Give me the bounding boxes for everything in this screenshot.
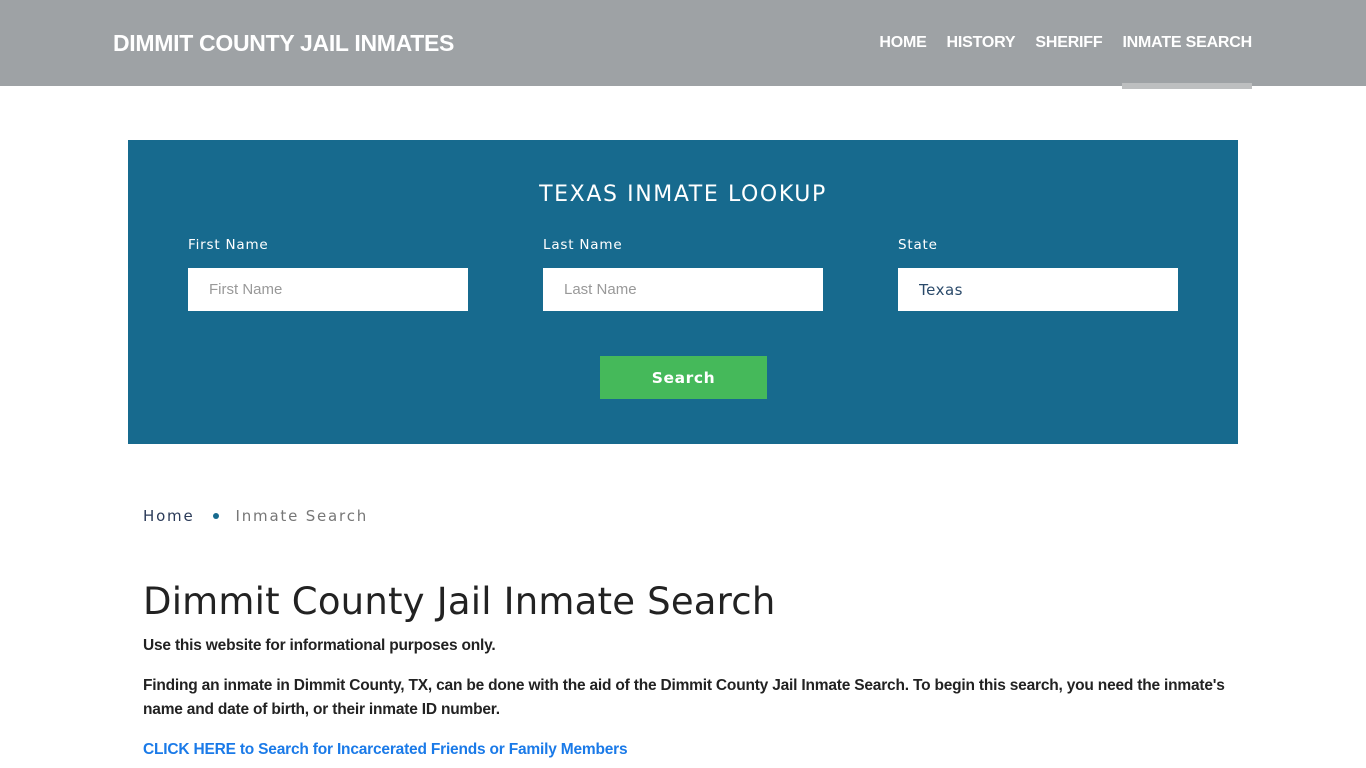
last-name-input[interactable] [543, 268, 823, 311]
main-nav: HOME HISTORY SHERIFF INMATE SEARCH [859, 0, 1252, 89]
first-name-input[interactable] [188, 268, 468, 311]
intro-text: Finding an inmate in Dimmit County, TX, … [143, 677, 1225, 718]
breadcrumb-home[interactable]: Home [143, 507, 195, 525]
last-name-label: Last Name [543, 237, 623, 253]
site-brand-link[interactable]: DIMMIT COUNTY JAIL INMATES [113, 30, 454, 57]
site-header: DIMMIT COUNTY JAIL INMATES HOME HISTORY … [0, 0, 1366, 89]
nav-inmate-search[interactable]: INMATE SEARCH [1122, 0, 1252, 89]
nav-sheriff[interactable]: SHERIFF [1035, 0, 1102, 86]
nav-history[interactable]: HISTORY [947, 0, 1016, 86]
first-name-label: First Name [188, 237, 269, 253]
disclaimer-text: Use this website for informational purpo… [143, 637, 496, 654]
breadcrumb: Home Inmate Search [143, 507, 368, 525]
breadcrumb-current: Inmate Search [235, 507, 369, 525]
page-title: Dimmit County Jail Inmate Search [143, 580, 776, 623]
first-name-group: First Name [188, 237, 468, 311]
state-label: State [898, 237, 938, 253]
breadcrumb-separator-icon [212, 513, 219, 519]
last-name-group: Last Name [543, 237, 823, 311]
lookup-title: TEXAS INMATE LOOKUP [539, 182, 827, 207]
state-input[interactable] [898, 268, 1178, 311]
search-button[interactable]: Search [600, 356, 767, 399]
state-group: State [898, 237, 1178, 311]
nav-home[interactable]: HOME [879, 0, 926, 86]
search-friends-family-link[interactable]: CLICK HERE to Search for Incarcerated Fr… [143, 738, 628, 762]
